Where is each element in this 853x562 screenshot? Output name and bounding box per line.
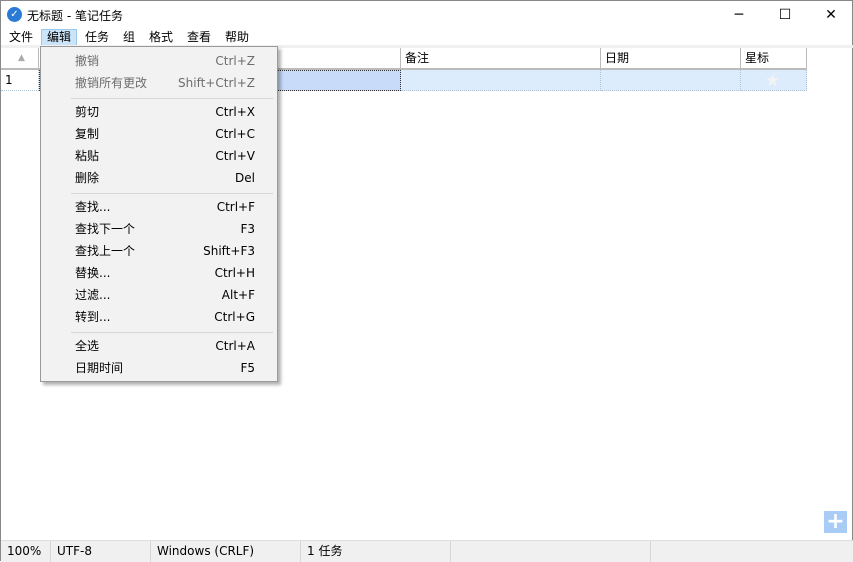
menu-item-paste[interactable]: 粘贴 Ctrl+V — [41, 145, 277, 167]
menu-item-replace[interactable]: 替换... Ctrl+H — [41, 262, 277, 284]
minimize-button[interactable]: ─ — [716, 1, 762, 29]
window-title: 无标题 - 笔记任务 — [27, 9, 123, 23]
maximize-button[interactable]: ☐ — [762, 1, 808, 29]
column-header-notes[interactable]: 备注 — [401, 48, 601, 70]
sort-arrow-icon[interactable]: ▲ — [1, 48, 39, 70]
status-empty — [451, 541, 651, 562]
app-icon: ✓ — [7, 7, 22, 22]
menu-item-delete[interactable]: 删除 Del — [41, 167, 277, 189]
menu-separator — [71, 332, 273, 333]
menu-item-copy[interactable]: 复制 Ctrl+C — [41, 123, 277, 145]
status-line-ending: Windows (CRLF) — [151, 541, 301, 562]
cell-date[interactable] — [601, 70, 741, 91]
status-zoom: 100% — [1, 541, 51, 562]
menu-item-goto[interactable]: 转到... Ctrl+G — [41, 306, 277, 328]
star-icon[interactable]: ★ — [765, 71, 780, 91]
menu-separator — [71, 98, 273, 99]
menu-item-find-previous[interactable]: 查找上一个 Shift+F3 — [41, 240, 277, 262]
menu-item-filter[interactable]: 过滤... Alt+F — [41, 284, 277, 306]
status-task-count: 1 任务 — [301, 541, 451, 562]
cell-notes[interactable] — [401, 70, 601, 91]
menu-item-datetime[interactable]: 日期时间 F5 — [41, 357, 277, 379]
menu-item-find[interactable]: 查找... Ctrl+F — [41, 196, 277, 218]
menu-item-undo-all[interactable]: 撤销所有更改 Shift+Ctrl+Z — [41, 72, 277, 94]
column-header-date[interactable]: 日期 — [601, 48, 741, 70]
title-bar: ✓ 无标题 - 笔记任务 ─ ☐ ✕ — [1, 1, 853, 29]
menu-separator — [71, 193, 273, 194]
status-bar: 100% UTF-8 Windows (CRLF) 1 任务 — [1, 540, 853, 562]
edit-menu: 撤销 Ctrl+Z 撤销所有更改 Shift+Ctrl+Z 剪切 Ctrl+X 复制 C… — [40, 46, 278, 382]
status-encoding: UTF-8 — [51, 541, 151, 562]
add-task-button[interactable]: + — [824, 511, 847, 533]
column-header-star[interactable]: 星标 — [741, 48, 807, 70]
menu-item-find-next[interactable]: 查找下一个 F3 — [41, 218, 277, 240]
row-number[interactable]: 1 — [1, 70, 39, 91]
menu-item-cut[interactable]: 剪切 Ctrl+X — [41, 101, 277, 123]
menu-item-undo[interactable]: 撤销 Ctrl+Z — [41, 50, 277, 72]
close-button[interactable]: ✕ — [808, 1, 853, 29]
menu-item-select-all[interactable]: 全选 Ctrl+A — [41, 335, 277, 357]
